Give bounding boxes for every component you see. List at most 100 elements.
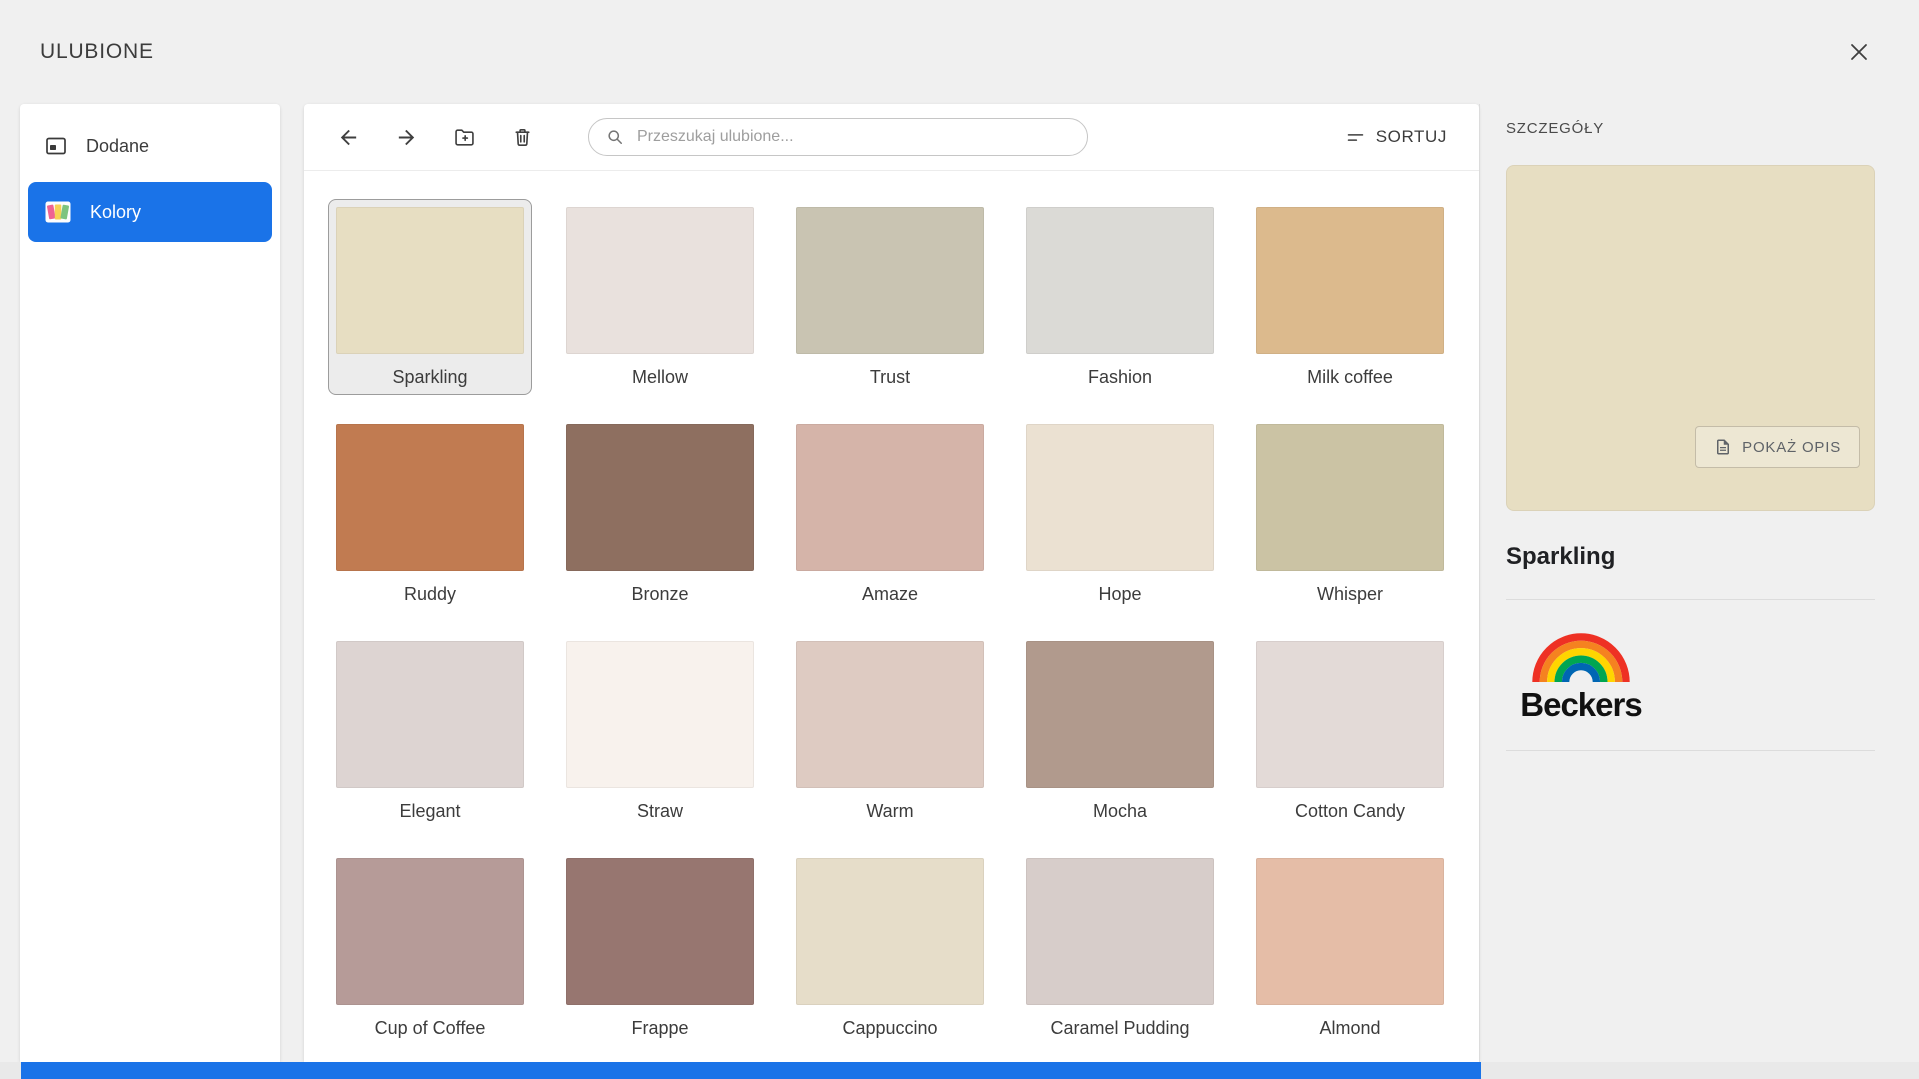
window-body: Dodane Kolory <box>0 104 1919 1062</box>
color-name: Amaze <box>796 584 984 605</box>
color-name: Cotton Candy <box>1256 801 1444 822</box>
color-swatch <box>336 858 524 1005</box>
new-folder-icon <box>453 126 476 149</box>
sidebar-item-dodane[interactable]: Dodane <box>28 116 272 176</box>
color-swatch-card[interactable]: Mellow <box>558 199 762 395</box>
color-swatch-card[interactable]: Whisper <box>1248 416 1452 612</box>
show-description-label: POKAŻ OPIS <box>1742 439 1841 456</box>
color-swatch-card[interactable]: Ruddy <box>328 416 532 612</box>
color-swatch <box>1256 424 1444 571</box>
search-box <box>588 118 1088 156</box>
sidebar: Dodane Kolory <box>20 104 280 1062</box>
sidebar-item-label: Kolory <box>90 202 141 223</box>
color-swatch <box>796 207 984 354</box>
divider <box>1506 599 1875 600</box>
color-swatch-card[interactable]: Cotton Candy <box>1248 633 1452 829</box>
color-swatch-card[interactable]: Caramel Pudding <box>1018 850 1222 1046</box>
color-swatch <box>336 207 524 354</box>
color-swatch-card[interactable]: Cup of Coffee <box>328 850 532 1046</box>
new-folder-button[interactable] <box>446 119 482 155</box>
color-swatch-card[interactable]: Mocha <box>1018 633 1222 829</box>
forward-button[interactable] <box>388 119 424 155</box>
horizontal-scrollbar-thumb[interactable] <box>21 1062 1481 1079</box>
color-swatch-card[interactable]: Straw <box>558 633 762 829</box>
color-swatch-card[interactable]: Bronze <box>558 416 762 612</box>
toolbar: SORTUJ <box>304 104 1479 171</box>
color-swatch-card[interactable]: Sparkling <box>328 199 532 395</box>
color-swatch-card[interactable]: Elegant <box>328 633 532 829</box>
color-swatch-card[interactable]: Fashion <box>1018 199 1222 395</box>
color-name: Cappuccino <box>796 1018 984 1039</box>
color-swatch <box>1026 641 1214 788</box>
color-name: Trust <box>796 367 984 388</box>
color-name: Ruddy <box>336 584 524 605</box>
sort-button[interactable]: SORTUJ <box>1339 126 1453 149</box>
favorites-window: ULUBIONE Dodane <box>0 0 1919 1079</box>
color-swatch <box>1026 858 1214 1005</box>
search-icon <box>605 127 625 147</box>
color-name: Sparkling <box>336 367 524 388</box>
trash-icon <box>511 126 534 149</box>
show-description-button[interactable]: POKAŻ OPIS <box>1695 426 1860 468</box>
color-name: Frappe <box>566 1018 754 1039</box>
rainbow-logo <box>1536 637 1626 682</box>
color-name: Almond <box>1256 1018 1444 1039</box>
color-swatch <box>796 641 984 788</box>
beckers-logo: Beckers <box>1506 626 1875 726</box>
color-swatch <box>336 424 524 571</box>
titlebar: ULUBIONE <box>0 0 1919 104</box>
sidebar-item-kolory[interactable]: Kolory <box>28 182 272 242</box>
added-icon <box>44 134 68 158</box>
color-swatch <box>566 207 754 354</box>
color-swatch <box>566 858 754 1005</box>
page-title: ULUBIONE <box>40 40 154 64</box>
color-name: Hope <box>1026 584 1214 605</box>
forward-icon <box>395 126 418 149</box>
color-swatch-card[interactable]: Almond <box>1248 850 1452 1046</box>
color-swatch-card[interactable]: Cappuccino <box>788 850 992 1046</box>
color-swatch-card[interactable]: Trust <box>788 199 992 395</box>
search-input[interactable] <box>635 127 1071 147</box>
color-swatch <box>796 424 984 571</box>
sort-button-label: SORTUJ <box>1376 127 1447 147</box>
color-name: Milk coffee <box>1256 367 1444 388</box>
color-name: Fashion <box>1026 367 1214 388</box>
color-swatch-card[interactable]: Amaze <box>788 416 992 612</box>
color-name: Elegant <box>336 801 524 822</box>
color-name: Mellow <box>566 367 754 388</box>
close-button[interactable] <box>1841 34 1877 70</box>
delete-button[interactable] <box>504 119 540 155</box>
color-swatch-card[interactable]: Frappe <box>558 850 762 1046</box>
color-grid: Sparkling Mellow Trust Fashion Milk coff… <box>304 171 1479 1062</box>
document-icon <box>1714 438 1732 456</box>
color-name: Bronze <box>566 584 754 605</box>
color-name: Warm <box>796 801 984 822</box>
color-name: Caramel Pudding <box>1026 1018 1214 1039</box>
color-swatch <box>1256 641 1444 788</box>
color-name: Mocha <box>1026 801 1214 822</box>
back-button[interactable] <box>330 119 366 155</box>
color-name: Straw <box>566 801 754 822</box>
color-name: Cup of Coffee <box>336 1018 524 1039</box>
main-content: SORTUJ Sparkling Mellow Trust Fashion Mi… <box>304 104 1479 1062</box>
color-swatch-card[interactable]: Warm <box>788 633 992 829</box>
details-swatch: POKAŻ OPIS <box>1506 165 1875 511</box>
grid-scroll-area: Sparkling Mellow Trust Fashion Milk coff… <box>304 171 1479 1062</box>
details-panel-title: SZCZEGÓŁY <box>1506 120 1875 137</box>
color-name: Whisper <box>1256 584 1444 605</box>
divider <box>1506 750 1875 751</box>
back-icon <box>337 126 360 149</box>
colors-icon <box>44 198 72 226</box>
color-swatch <box>1256 207 1444 354</box>
sidebar-item-label: Dodane <box>86 136 149 157</box>
close-icon <box>1847 40 1871 64</box>
color-swatch <box>336 641 524 788</box>
details-panel: SZCZEGÓŁY POKAŻ OPIS Sparkling <box>1479 104 1919 1062</box>
color-swatch-card[interactable]: Milk coffee <box>1248 199 1452 395</box>
color-swatch-card[interactable]: Hope <box>1018 416 1222 612</box>
selected-color-name: Sparkling <box>1506 543 1875 571</box>
color-swatch <box>796 858 984 1005</box>
color-swatch <box>566 641 754 788</box>
color-swatch <box>1026 424 1214 571</box>
color-swatch <box>1256 858 1444 1005</box>
